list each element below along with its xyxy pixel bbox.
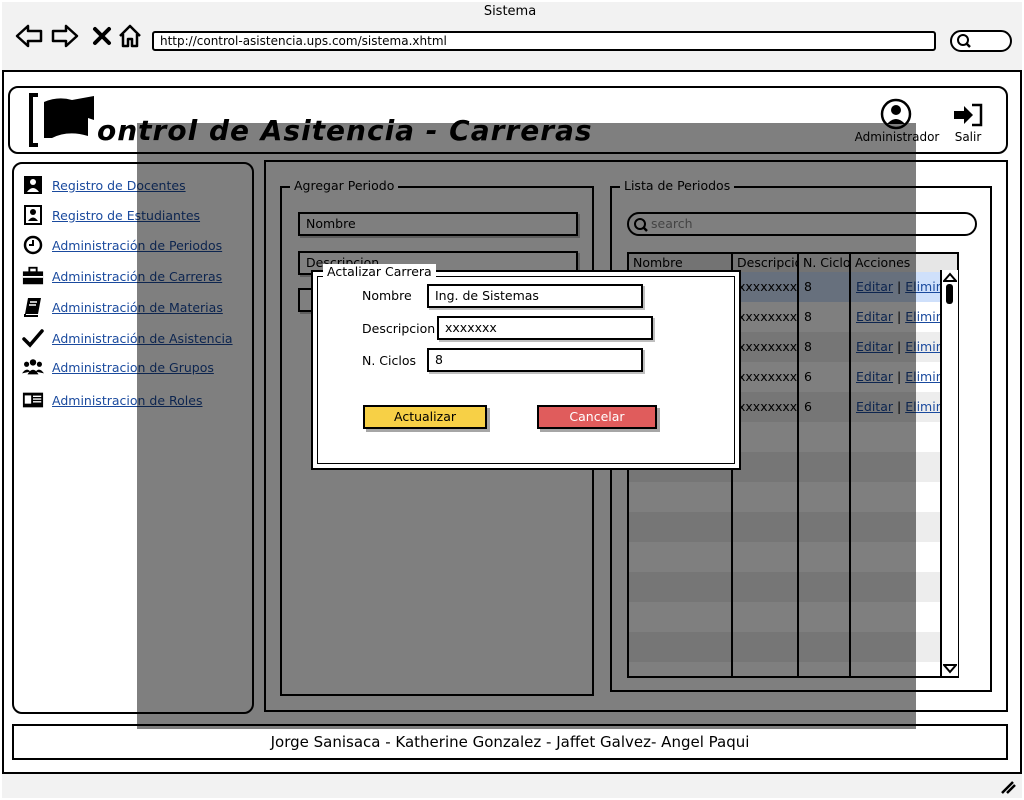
- id-card-icon: [22, 389, 44, 411]
- address-bar[interactable]: http://control-asistencia.ups.com/sistem…: [152, 31, 936, 51]
- forward-button[interactable]: [50, 22, 80, 50]
- footer-credits: Jorge Sanisaca - Katherine Gonzalez - Ja…: [12, 724, 1008, 760]
- career-name-label: Nombre: [362, 288, 412, 303]
- logout-button[interactable]: [952, 102, 984, 128]
- career-cycles-label: N. Ciclos: [362, 353, 417, 368]
- home-icon: [119, 24, 141, 48]
- browser-search[interactable]: [950, 30, 1012, 52]
- app-logo: [28, 92, 98, 148]
- dialog-title: Actalizar Carrera: [323, 264, 436, 279]
- resize-grip-icon[interactable]: [1000, 780, 1016, 794]
- chevron-down-icon: [943, 664, 957, 674]
- career-description-input[interactable]: xxxxxxx: [437, 316, 653, 340]
- forward-arrow-icon: [51, 24, 79, 48]
- table-scrollbar[interactable]: [940, 270, 958, 676]
- scroll-thumb[interactable]: [946, 284, 953, 304]
- search-icon: [957, 34, 971, 48]
- stop-button[interactable]: [87, 22, 117, 50]
- back-arrow-icon: [15, 24, 43, 48]
- career-name-input[interactable]: Ing. de Sistemas: [427, 284, 643, 308]
- clock-icon: [22, 234, 44, 256]
- close-icon: [93, 27, 111, 45]
- home-button[interactable]: [115, 22, 145, 50]
- career-cycles-input[interactable]: 8: [427, 348, 643, 372]
- browser-statusbar: [2, 772, 1022, 798]
- logo-icon: [29, 93, 94, 147]
- checkmark-icon: [22, 327, 44, 349]
- briefcase-icon: [22, 265, 44, 287]
- sign-in-icon: [954, 103, 983, 127]
- logout-label[interactable]: Salir: [950, 130, 986, 144]
- update-button[interactable]: Actualizar: [363, 405, 487, 429]
- student-icon: [22, 204, 44, 226]
- window-title: Sistema: [483, 4, 537, 19]
- back-button[interactable]: [14, 22, 44, 50]
- chevron-up-icon: [943, 272, 957, 282]
- book-icon: [22, 296, 44, 318]
- group-icon: [22, 356, 44, 378]
- teacher-icon: [22, 174, 44, 196]
- career-description-label: Descripcion: [362, 321, 436, 336]
- cancel-button[interactable]: Cancelar: [537, 405, 657, 429]
